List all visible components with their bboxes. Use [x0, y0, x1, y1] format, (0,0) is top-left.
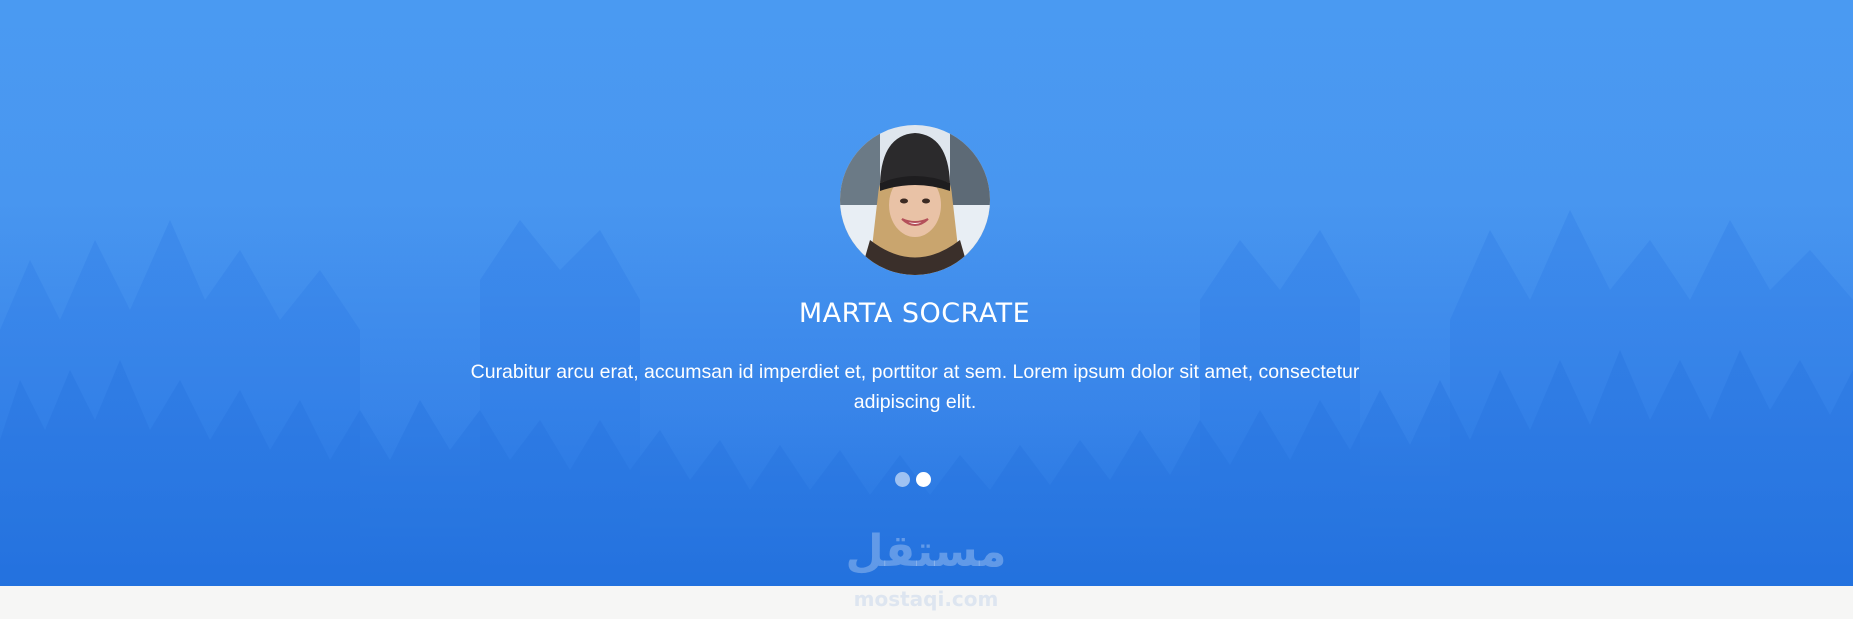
carousel-pagination	[895, 472, 931, 487]
watermark-latin-text: mostaqi.com	[853, 587, 999, 611]
watermark-logo: مستقل	[836, 530, 1016, 574]
forest-background-image	[0, 0, 1853, 586]
testimonial-section: MARTA SOCRATE Curabitur arcu erat, accum…	[0, 0, 1853, 586]
testimonial-quote: Curabitur arcu erat, accumsan id imperdi…	[470, 361, 1360, 413]
carousel-dot-1[interactable]	[895, 472, 910, 487]
woman-portrait-image	[840, 125, 990, 275]
watermark-domain: mostaqi.com	[836, 586, 1016, 610]
avatar	[840, 125, 990, 275]
testimonial-name: MARTA SOCRATE	[798, 298, 1031, 329]
watermark-arabic-text: مستقل	[845, 526, 1007, 577]
carousel-dot-2[interactable]	[916, 472, 931, 487]
page-footer-strip: mostaqi.com	[0, 586, 1853, 619]
